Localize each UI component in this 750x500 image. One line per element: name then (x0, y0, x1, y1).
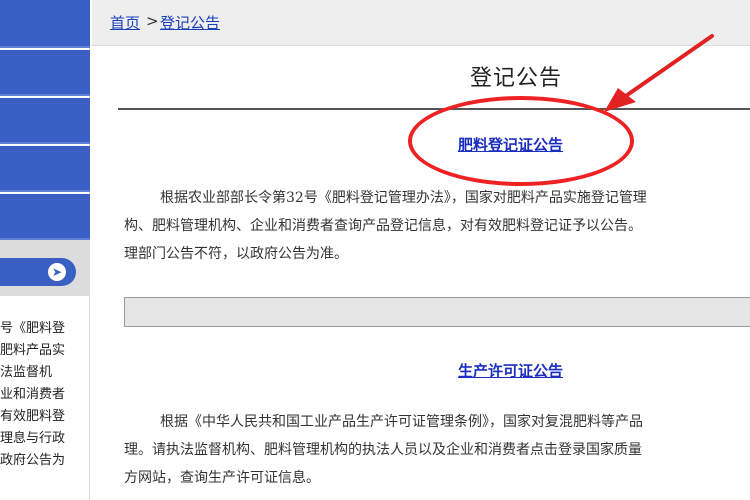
red-arrow-annotation (604, 34, 714, 112)
sidebar-text-line: 业和消费者 (0, 387, 66, 402)
production-license-notice-link[interactable]: 生产许可证公告 (458, 360, 563, 381)
sidebar-text-line: 理息与行政 (0, 431, 66, 446)
page-title: 登记公告 (470, 66, 563, 91)
notice-paragraph-line: 理。请执法监督机构、肥料管理机构的执法人员以及企业和消费者点击登录国家质量 (124, 442, 642, 458)
sidebar-nav-item[interactable] (0, 50, 90, 96)
sidebar-nav-item[interactable] (0, 194, 90, 240)
notice-paragraph-line: 方网站，查询生产许可证信息。 (124, 470, 320, 486)
notice-paragraph-line: 构、肥料管理机构、企业和消费者查询产品登记信息，对有效肥料登记证予以公告。 (124, 218, 642, 234)
sidebar-text-line: 号《肥料登 (0, 321, 66, 336)
notice-paragraph-line: 根据农业部部长令第32号《肥料登记管理办法》，国家对肥料产品实施登记管理 (160, 190, 647, 206)
breadcrumb-home-link[interactable]: 首页 (110, 12, 140, 33)
notice-paragraph-line: 根据《中华人民共和国工业产品生产许可证管理条例》，国家对复混肥料等产品 (160, 414, 643, 430)
sidebar-text-line: 法监督机 (0, 365, 53, 380)
breadcrumb-current-link[interactable]: 登记公告 (160, 12, 220, 33)
sidebar-nav-item[interactable] (0, 98, 90, 144)
left-sidebar: ➤ 号《肥料登 肥料产品实 法监督机 业和消费者 有效肥料登 理息与行政 政府公… (0, 0, 90, 500)
sidebar-text-line: 肥料产品实 (0, 343, 66, 358)
section-divider-bar (124, 297, 750, 327)
sidebar-text-line: 有效肥料登 (0, 409, 66, 424)
sidebar-nav-item[interactable] (0, 146, 90, 192)
breadcrumb-separator: > (146, 12, 159, 30)
arrow-right-circle-icon[interactable]: ➤ (48, 263, 66, 281)
sidebar-text-line: 政府公告为 (0, 453, 66, 468)
notice-paragraph-line: 理部门公告不符，以政府公告为准。 (124, 246, 348, 262)
sidebar-nav-item[interactable] (0, 0, 90, 48)
